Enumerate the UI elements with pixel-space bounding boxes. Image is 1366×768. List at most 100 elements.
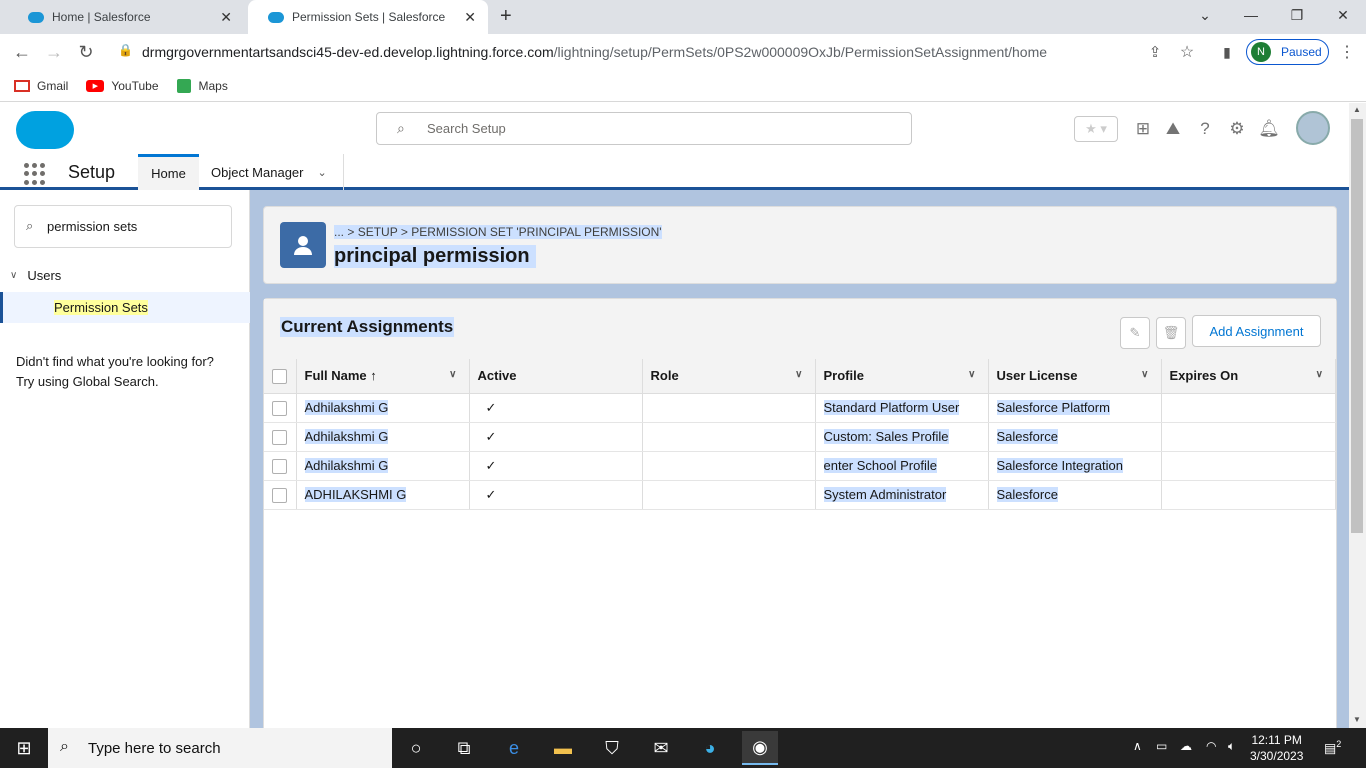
side-panel-icon[interactable]: ▮ [1212,34,1242,70]
add-assignment-button[interactable]: Add Assignment [1192,315,1321,347]
help-line: Didn't find what you're looking for? [16,354,214,369]
cell-profile: Custom: Sales Profile [815,422,989,452]
edge-icon[interactable]: ◕ [696,734,724,762]
help-icon[interactable]: ? [1193,117,1217,141]
chevron-down-icon[interactable]: ∨ [1316,369,1323,380]
new-tab-button[interactable]: + [500,5,512,28]
profile-link[interactable]: enter School Profile [823,458,937,473]
restore-button[interactable]: ❐ [1274,0,1320,30]
delete-icon[interactable]: 🗑︎ [1156,317,1186,349]
mail-icon[interactable]: ✉ [647,734,675,762]
taskbar-search-input[interactable]: ⌕ Type here to search [48,728,392,768]
column-label: Active [477,368,517,384]
tab-home[interactable]: Home [138,154,199,190]
url-field[interactable]: 🔒 drmgrgovernmentartsandsci45-dev-ed.dev… [108,38,1208,66]
chevron-down-icon[interactable]: ∨ [968,369,975,380]
trailhead-icon[interactable]: ⛰ [1161,117,1185,141]
select-all-checkbox[interactable] [272,368,288,384]
task-view-icon[interactable]: ⧉ [450,734,478,762]
close-tab-icon[interactable]: ✕ [220,9,232,26]
notifications-icon[interactable]: ▤2 [1324,739,1341,756]
minimize-button[interactable]: — [1228,0,1274,30]
battery-icon[interactable]: ▭ [1156,739,1167,753]
cloud-icon[interactable]: ☁ [1180,739,1192,753]
global-actions-icon[interactable]: ⊞ [1131,117,1155,141]
chevron-down-icon[interactable]: ∨ [1141,369,1148,380]
cell-full-name: Adhilakshmi G [296,451,470,481]
quick-find-value: permission sets [47,219,138,234]
user-avatar[interactable] [1296,111,1330,145]
scroll-up-icon[interactable]: ▲ [1353,105,1361,114]
back-icon[interactable]: ← [7,34,37,70]
file-explorer-icon[interactable]: ▬ [549,734,577,762]
cell-active: ✓ [469,393,643,423]
profile-link[interactable]: Custom: Sales Profile [823,429,949,444]
cell-active: ✓ [469,422,643,452]
forward-icon[interactable]: → [39,34,69,70]
bookmark-star-icon[interactable]: ☆ [1172,34,1202,70]
setup-search-input[interactable]: ⌕ Search Setup [376,112,912,145]
quick-find-input[interactable]: ⌕ permission sets [14,205,232,248]
cortana-icon[interactable]: ○ [402,734,430,762]
tab-search-icon[interactable]: ⌄ [1182,0,1228,30]
reload-icon[interactable]: ↻ [71,34,101,70]
bookmark-maps[interactable]: Maps [176,78,228,93]
license-value: Salesforce Integration [996,458,1123,473]
wifi-icon[interactable]: ◠ [1206,739,1216,753]
edit-icon[interactable]: ✎ [1120,317,1150,349]
bookmark-gmail[interactable]: Gmail [14,79,68,93]
favorites-icon[interactable]: ★ ▾ [1074,116,1118,142]
share-icon[interactable]: ⇪ [1140,34,1170,70]
chevron-down-icon[interactable]: ∨ [449,369,456,380]
salesforce-logo-icon[interactable] [16,111,74,149]
chevron-down-icon[interactable]: ⌄ [318,166,327,179]
page-scrollbar[interactable]: ▲ ▼ [1349,103,1366,728]
close-window-button[interactable]: ✕ [1320,0,1366,30]
volume-icon[interactable]: 🔈︎ [1228,739,1235,754]
row-checkbox[interactable] [272,429,288,445]
browser-tab-home[interactable]: Home | Salesforce ✕ [8,0,244,34]
notifications-bell-icon[interactable]: 🔔︎ [1257,117,1281,141]
browser-tab-permission-sets[interactable]: Permission Sets | Salesforce ✕ [248,0,488,34]
scrollbar-thumb[interactable] [1351,119,1363,533]
chevron-down-icon[interactable]: ∨ [10,270,17,281]
column-header-profile[interactable]: Profile ∨ [815,359,989,394]
tree-group-users[interactable]: ∨ Users [10,268,61,283]
check-icon: ✓ [485,457,497,473]
row-checkbox[interactable] [272,458,288,474]
full-name-link[interactable]: ADHILAKSHMI G [304,487,407,502]
full-name-link[interactable]: Adhilakshmi G [304,458,389,473]
chevron-down-icon[interactable]: ∨ [795,369,802,380]
column-header-active[interactable]: Active [469,359,643,394]
page-title: principal permission [334,245,536,268]
setup-gear-icon[interactable]: ⚙ [1225,117,1249,141]
profile-button[interactable]: N Paused [1246,39,1329,65]
taskbar-clock[interactable]: 12:11 PM 3/30/2023 [1250,732,1303,764]
chrome-icon[interactable]: ◉ [742,731,778,765]
close-tab-icon[interactable]: ✕ [464,9,476,26]
column-header-expires-on[interactable]: Expires On ∨ [1161,359,1336,394]
edge-legacy-icon[interactable]: e [500,734,528,762]
store-icon[interactable]: ⛉ [598,734,626,762]
breadcrumb-more[interactable]: ... [334,225,345,239]
full-name-link[interactable]: Adhilakshmi G [304,400,389,415]
windows-start-icon[interactable]: ⊞ [10,734,38,762]
lock-icon: 🔒 [118,43,133,57]
chevron-up-icon[interactable]: ∧ [1133,739,1142,753]
profile-link[interactable]: Standard Platform User [823,400,960,415]
browser-menu-icon[interactable]: ⋮ [1332,34,1362,70]
column-header-role[interactable]: Role ∨ [642,359,816,394]
column-header-full-name[interactable]: Full Name ↑ ∨ [296,359,470,394]
column-header-user-license[interactable]: User License ∨ [988,359,1162,394]
search-icon: ⌕ [60,738,69,755]
breadcrumb-setup[interactable]: SETUP [357,225,398,239]
full-name-link[interactable]: Adhilakshmi G [304,429,389,444]
row-checkbox[interactable] [272,400,288,416]
profile-link[interactable]: System Administrator [823,487,947,502]
bookmark-youtube[interactable]: ▶ YouTube [86,79,159,93]
scroll-down-icon[interactable]: ▼ [1353,715,1361,724]
sidebar-item-permission-sets[interactable]: Permission Sets [0,292,250,323]
tab-object-manager[interactable]: Object Manager ⌄ [200,154,344,190]
row-checkbox[interactable] [272,487,288,503]
app-launcher-icon[interactable] [24,163,46,185]
